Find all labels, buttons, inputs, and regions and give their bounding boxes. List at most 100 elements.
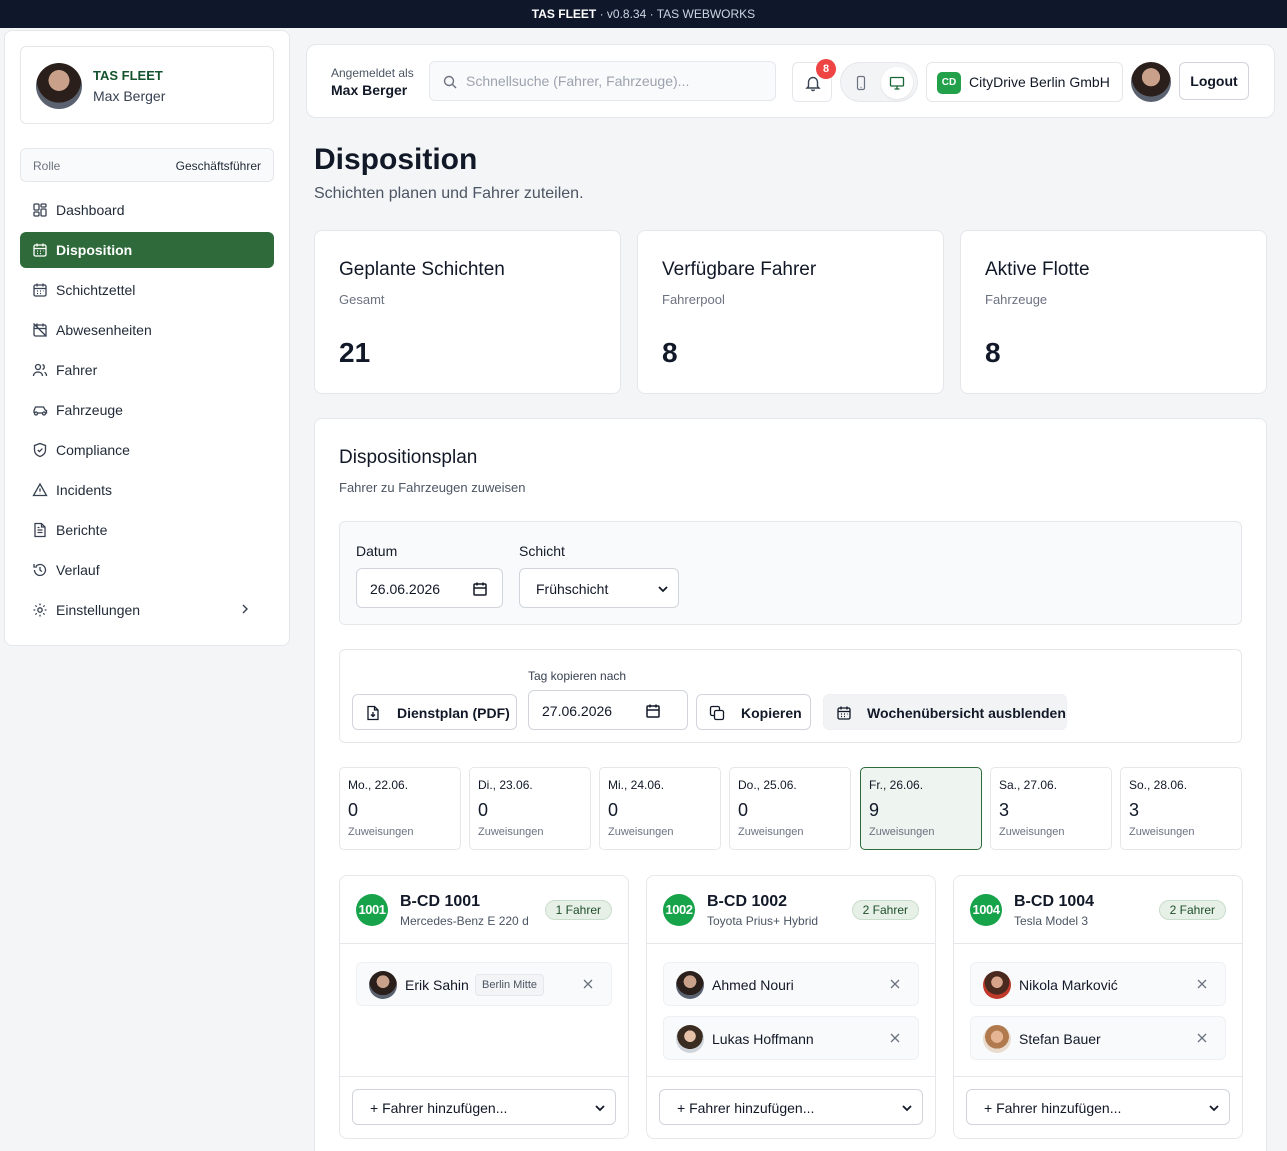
vehicle-card-1001: 1001 B-CD 1001 Mercedes-Benz E 220 d 1 F…	[339, 875, 629, 1139]
stat-card-planned-shifts: Geplante Schichten Gesamt 21	[314, 230, 621, 394]
day-card-so[interactable]: So., 28.06. 3 Zuweisungen	[1120, 767, 1242, 850]
day-card-mi[interactable]: Mi., 24.06. 0 Zuweisungen	[599, 767, 721, 850]
remove-driver-icon[interactable]	[581, 977, 595, 991]
date-label: Datum	[356, 543, 398, 559]
driver-avatar	[983, 1025, 1011, 1053]
file-download-icon	[367, 705, 379, 721]
stat-title: Geplante Schichten	[339, 259, 505, 280]
vehicle-number-badge: 1002	[663, 894, 695, 926]
pdf-export-button[interactable]: Dienstplan (PDF)	[352, 694, 517, 730]
driver-name: Nikola Marković	[1019, 977, 1118, 993]
brand-title: TAS FLEET	[93, 68, 163, 83]
day-card-di[interactable]: Di., 23.06. 0 Zuweisungen	[469, 767, 591, 850]
search-input[interactable]	[466, 62, 766, 100]
company-switcher[interactable]: CD CityDrive Berlin GmbH	[926, 62, 1123, 102]
search-box	[429, 61, 776, 101]
vehicle-footer-divider	[340, 1076, 628, 1077]
calendar-off-icon	[33, 323, 47, 337]
vehicle-header: 1001 B-CD 1001 Mercedes-Benz E 220 d 1 F…	[340, 876, 628, 944]
sidebar-item-einstellungen[interactable]: Einstellungen	[20, 592, 274, 628]
user-avatar[interactable]	[1131, 62, 1171, 102]
add-driver-label: + Fahrer hinzufügen...	[984, 1100, 1122, 1116]
driver-name: Ahmed Nouri	[712, 977, 794, 993]
notification-badge: 8	[816, 59, 836, 79]
shift-select[interactable]: Frühschicht	[519, 568, 679, 608]
stat-subtitle: Gesamt	[339, 292, 385, 307]
sidebar-item-label: Abwesenheiten	[56, 322, 152, 338]
add-driver-select[interactable]: + Fahrer hinzufügen...	[659, 1089, 923, 1125]
remove-driver-icon[interactable]	[1195, 1031, 1209, 1045]
driver-avatar	[676, 971, 704, 999]
assigned-driver: Nikola Marković	[970, 962, 1226, 1006]
day-label: So., 28.06.	[1129, 778, 1188, 792]
add-driver-select[interactable]: + Fahrer hinzufügen...	[966, 1089, 1230, 1125]
chevron-down-icon	[658, 586, 668, 593]
sidebar-item-dashboard[interactable]: Dashboard	[20, 192, 274, 228]
day-unit: Zuweisungen	[738, 826, 804, 838]
add-driver-select[interactable]: + Fahrer hinzufügen...	[352, 1089, 616, 1125]
stat-subtitle: Fahrzeuge	[985, 292, 1048, 307]
day-unit: Zuweisungen	[478, 826, 544, 838]
vehicle-plate: B-CD 1002	[707, 893, 788, 910]
copy-day-button[interactable]: Kopieren	[696, 694, 811, 730]
driver-avatar	[983, 971, 1011, 999]
driver-count-badge: 1 Fahrer	[544, 900, 612, 920]
day-card-sa[interactable]: Sa., 27.06. 3 Zuweisungen	[990, 767, 1112, 850]
sidebar: TAS FLEET Max Berger Rolle Geschäftsführ…	[4, 30, 290, 646]
calendar-icon	[646, 704, 660, 718]
desktop-view-button[interactable]	[881, 67, 913, 99]
stat-card-active-fleet: Aktive Flotte Fahrzeuge 8	[960, 230, 1267, 394]
logout-button[interactable]: Logout	[1179, 62, 1249, 100]
day-card-mo[interactable]: Mo., 22.06. 0 Zuweisungen	[339, 767, 461, 850]
sidebar-item-fahrer[interactable]: Fahrer	[20, 352, 274, 388]
gear-icon	[33, 603, 47, 617]
header: Angemeldet als Max Berger 8 CD CityDrive…	[306, 44, 1275, 118]
brand-card: TAS FLEET Max Berger	[20, 46, 274, 124]
sidebar-item-label: Verlauf	[56, 562, 100, 578]
vehicle-number-badge: 1001	[356, 894, 388, 926]
assigned-driver: Stefan Bauer	[970, 1016, 1226, 1060]
device-toggle	[840, 62, 918, 102]
sidebar-item-verlauf[interactable]: Verlauf	[20, 552, 274, 588]
remove-driver-icon[interactable]	[888, 1031, 902, 1045]
sidebar-item-label: Einstellungen	[56, 602, 141, 618]
stat-value: 21	[339, 337, 371, 368]
remove-driver-icon[interactable]	[1195, 977, 1209, 991]
sidebar-item-label: Dashboard	[56, 202, 125, 218]
sidebar-item-label: Fahrzeuge	[56, 402, 123, 418]
sidebar-item-abwesenheiten[interactable]: Abwesenheiten	[20, 312, 274, 348]
sidebar-item-compliance[interactable]: Compliance	[20, 432, 274, 468]
actions-panel: Dienstplan (PDF) Tag kopieren nach 27.06…	[339, 649, 1242, 743]
toggle-week-overview-button[interactable]: Wochenübersicht ausblenden	[823, 694, 1067, 730]
assigned-driver: Ahmed Nouri	[663, 962, 919, 1006]
chevron-down-icon	[595, 1105, 605, 1112]
driver-count-badge: 2 Fahrer	[851, 900, 919, 920]
stat-value: 8	[662, 337, 678, 368]
day-label: Di., 23.06.	[478, 778, 533, 792]
grid-icon	[33, 203, 47, 217]
sidebar-nav: Dashboard Disposition Schichtzettel Abwe…	[20, 192, 274, 632]
users-icon	[32, 363, 48, 377]
shift-value: Frühschicht	[536, 581, 609, 597]
search-icon	[443, 75, 457, 89]
sidebar-item-disposition[interactable]: Disposition	[20, 232, 274, 268]
mobile-view-button[interactable]	[845, 67, 877, 99]
sidebar-item-incidents[interactable]: Incidents	[20, 472, 274, 508]
day-label: Mo., 22.06.	[348, 778, 409, 792]
sidebar-item-schichtzettel[interactable]: Schichtzettel	[20, 272, 274, 308]
company-name: CityDrive Berlin GmbH	[969, 74, 1110, 90]
sidebar-item-fahrzeuge[interactable]: Fahrzeuge	[20, 392, 274, 428]
day-card-do[interactable]: Do., 25.06. 0 Zuweisungen	[729, 767, 851, 850]
remove-driver-icon[interactable]	[888, 977, 902, 991]
day-count: 0	[348, 800, 359, 820]
copy-date-input[interactable]: 27.06.2026	[528, 690, 688, 730]
add-driver-label: + Fahrer hinzufügen...	[677, 1100, 815, 1116]
date-input[interactable]: 26.06.2026	[356, 568, 503, 608]
day-label: Sa., 27.06.	[999, 778, 1058, 792]
role-value: Geschäftsführer	[175, 159, 261, 173]
date-value: 26.06.2026	[370, 581, 441, 597]
day-card-fr[interactable]: Fr., 26.06. 9 Zuweisungen	[860, 767, 982, 850]
day-count: 3	[1129, 800, 1140, 820]
stat-title: Aktive Flotte	[985, 259, 1090, 280]
sidebar-item-berichte[interactable]: Berichte	[20, 512, 274, 548]
